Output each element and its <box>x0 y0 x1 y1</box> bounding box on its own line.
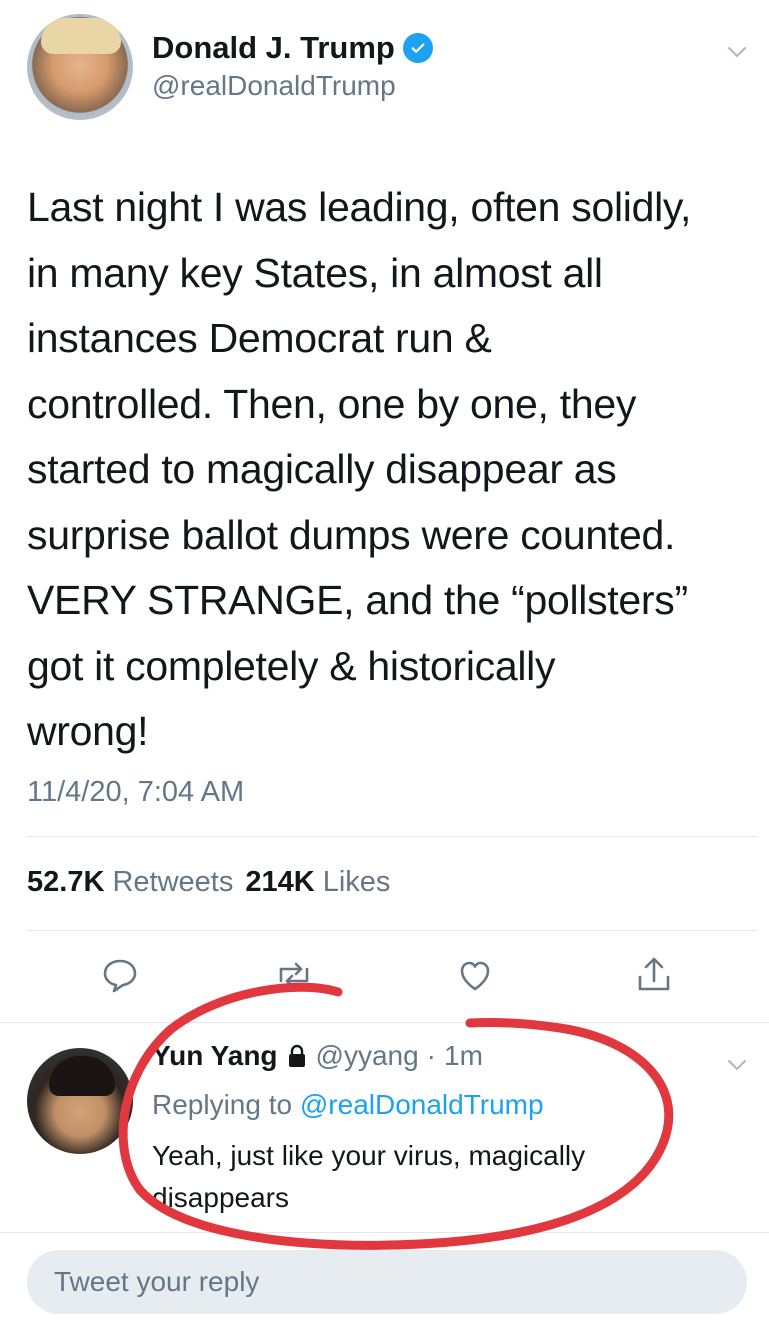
lock-icon <box>288 1044 305 1067</box>
reply-author-name[interactable]: Yun Yang <box>152 1040 278 1072</box>
reply-author-avatar[interactable] <box>27 1048 133 1154</box>
reply-text: Yeah, just like your virus, magically di… <box>152 1140 586 1213</box>
engagement-stats: 52.7K Retweets 214K Likes <box>27 866 390 899</box>
divider <box>0 1022 769 1023</box>
reply-separator: · <box>426 1040 436 1071</box>
reply-composer-placeholder: Tweet your reply <box>54 1266 260 1297</box>
retweets-label: Retweets <box>112 866 234 898</box>
share-icon[interactable] <box>632 953 676 997</box>
likes-label: Likes <box>322 866 391 898</box>
replying-to-prefix: Replying to <box>152 1089 293 1120</box>
heart-icon[interactable] <box>453 953 497 997</box>
reply-icon[interactable] <box>98 953 142 997</box>
retweets-stat[interactable]: 52.7K Retweets <box>27 866 233 899</box>
retweets-count: 52.7K <box>27 866 105 898</box>
reply-composer[interactable]: Tweet your reply <box>27 1250 747 1314</box>
author-name[interactable]: Donald J. Trump <box>152 30 395 66</box>
chevron-down-icon[interactable] <box>727 1055 747 1075</box>
likes-stat[interactable]: 214K Likes <box>245 866 390 899</box>
author-handle[interactable]: @realDonaldTrump <box>152 70 396 102</box>
avatar-hair <box>41 18 121 54</box>
verified-badge-icon <box>402 33 433 63</box>
chevron-down-icon[interactable] <box>727 42 747 62</box>
tweet-timestamp[interactable]: 11/4/20, 7:04 AM <box>27 776 244 809</box>
replying-to-mention[interactable]: @realDonaldTrump <box>300 1089 544 1120</box>
avatar-hair <box>49 1056 115 1096</box>
reply-author-handle[interactable]: @yyang <box>316 1040 419 1072</box>
reply-time[interactable]: 1m <box>444 1040 483 1072</box>
reply-header: Yun Yang @yyang · 1m <box>152 1040 483 1072</box>
tweet-text: Last night I was leading, often solidly,… <box>27 184 692 754</box>
author-name-row: Donald J. Trump <box>152 30 433 66</box>
divider <box>0 1232 769 1233</box>
divider <box>27 930 757 931</box>
divider <box>27 836 757 837</box>
likes-count: 214K <box>245 866 315 898</box>
replying-to-line: Replying to @realDonaldTrump <box>152 1089 544 1121</box>
retweet-icon[interactable] <box>272 953 316 997</box>
author-avatar[interactable] <box>27 14 133 120</box>
